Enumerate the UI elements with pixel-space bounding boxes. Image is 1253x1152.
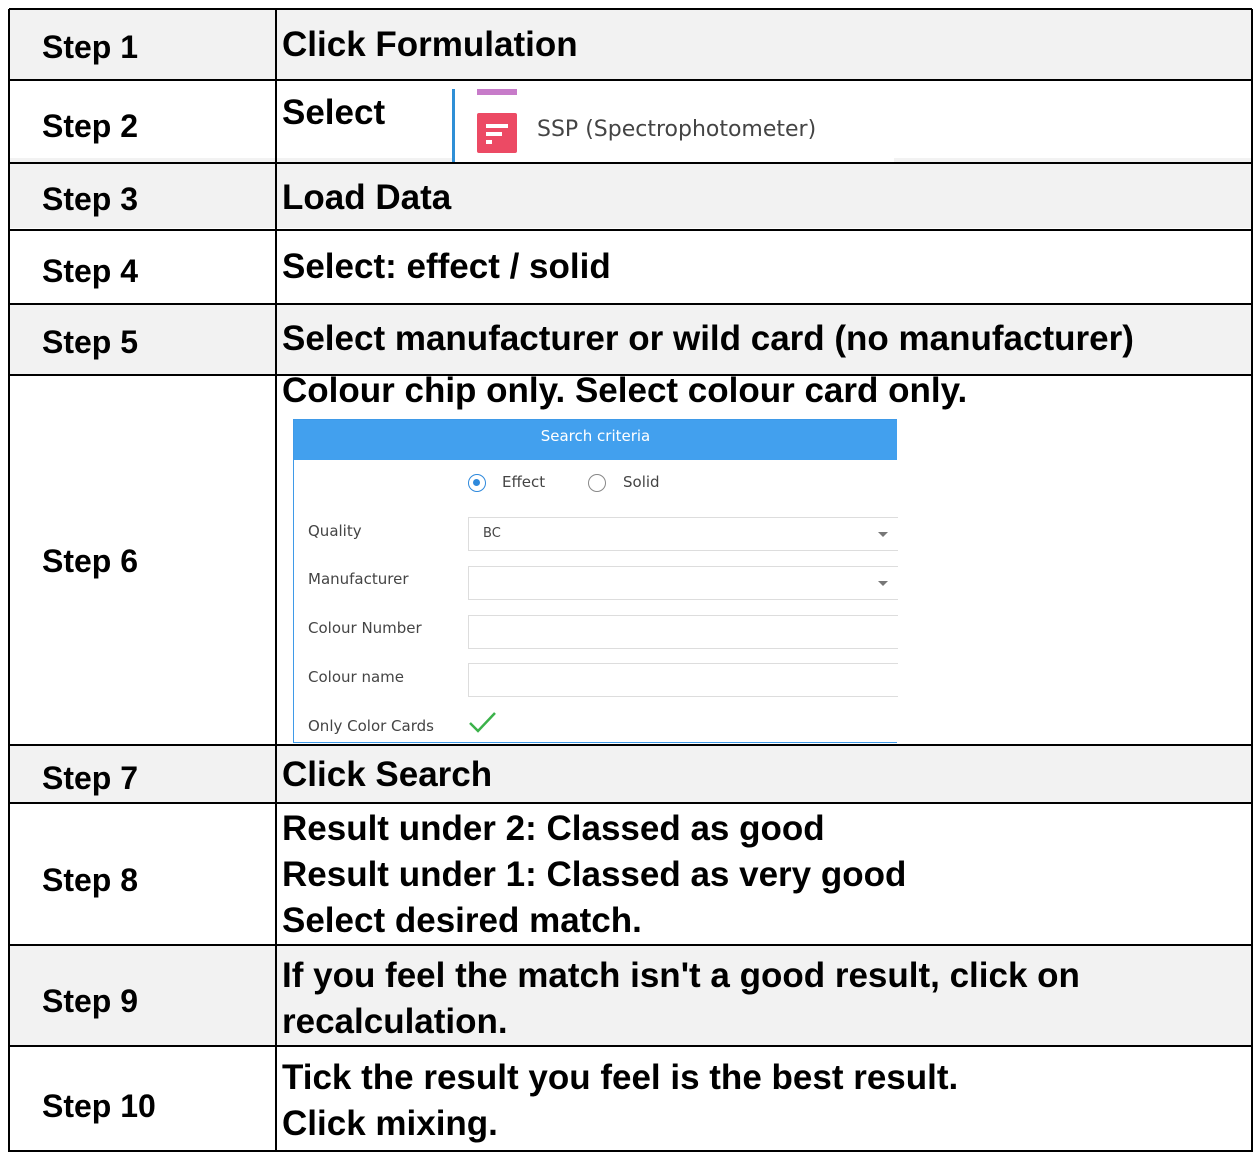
instructions-table: Step 1 Step 2 Step 3 Step 4 Step 5 Step … xyxy=(0,0,1253,1152)
row-divider xyxy=(9,744,1252,746)
step-label: Step 9 xyxy=(42,983,139,1019)
step-text: Select xyxy=(282,93,386,132)
row-divider xyxy=(9,162,1252,164)
quality-value: BC xyxy=(483,526,501,541)
step-text: Tick the result you feel is the best res… xyxy=(282,1058,959,1097)
row-bg-1 xyxy=(9,9,1252,80)
row-bg-3 xyxy=(9,158,1252,228)
step-text: Select desired match. xyxy=(282,901,642,940)
step-label: Step 3 xyxy=(42,181,139,217)
colour-name-label: Colour name xyxy=(308,668,404,686)
step-label: Step 6 xyxy=(42,543,139,579)
quality-label: Quality xyxy=(308,522,362,540)
row-divider xyxy=(9,802,1252,804)
chevron-down-icon xyxy=(878,532,888,537)
ssp-menu-label: SSP (Spectrophotometer) xyxy=(537,117,817,142)
colour-name-input[interactable] xyxy=(468,663,898,697)
step-text: Click Formulation xyxy=(282,25,578,64)
row-bg-7 xyxy=(9,745,1252,803)
step-text: Load Data xyxy=(282,178,452,217)
only-color-cards-label: Only Color Cards xyxy=(308,717,434,735)
step-label: Step 7 xyxy=(42,760,139,796)
effect-radio-label: Effect xyxy=(502,473,546,491)
step-label: Step 8 xyxy=(42,862,139,898)
step-label: Step 4 xyxy=(42,253,139,289)
step-label: Step 5 xyxy=(42,324,139,360)
report-list-icon xyxy=(477,113,517,153)
row-divider xyxy=(9,229,1252,231)
colour-number-input[interactable] xyxy=(468,615,898,649)
row-divider xyxy=(9,374,1252,376)
step-label: Step 1 xyxy=(42,29,139,65)
effect-radio[interactable] xyxy=(468,474,486,492)
step-text: If you feel the match isn't a good resul… xyxy=(282,956,1080,995)
step-text: Select: effect / solid xyxy=(282,247,611,286)
previous-menu-icon-fragment xyxy=(477,89,517,95)
solid-radio-label: Solid xyxy=(623,473,660,491)
table-border xyxy=(8,9,10,1152)
row-divider xyxy=(9,303,1252,305)
step-text: Click Search xyxy=(282,755,493,794)
checkmark-icon[interactable] xyxy=(468,710,498,734)
step-label: Step 2 xyxy=(42,108,139,144)
quality-select[interactable]: BC xyxy=(468,517,898,551)
search-criteria-panel: Search criteria Effect Solid Quality BC … xyxy=(293,419,898,743)
step-text: Select manufacturer or wild card (no man… xyxy=(282,319,1134,358)
solid-radio[interactable] xyxy=(588,474,606,492)
table-border xyxy=(9,8,1252,10)
chevron-down-icon xyxy=(878,581,888,586)
row-divider xyxy=(9,79,1252,81)
step-label: Step 10 xyxy=(42,1088,156,1124)
manufacturer-select[interactable] xyxy=(468,566,898,600)
panel-title: Search criteria xyxy=(294,420,897,460)
step-text: recalculation. xyxy=(282,1002,508,1041)
ssp-menu-item[interactable]: SSP (Spectrophotometer) xyxy=(452,89,894,162)
row-divider xyxy=(9,944,1252,946)
step-text: Result under 1: Classed as very good xyxy=(282,855,907,894)
colour-number-label: Colour Number xyxy=(308,619,422,637)
manufacturer-label: Manufacturer xyxy=(308,570,409,588)
step-text: Result under 2: Classed as good xyxy=(282,809,825,848)
column-divider xyxy=(275,9,277,1152)
row-divider xyxy=(9,1045,1252,1047)
step-text: Click mixing. xyxy=(282,1104,498,1143)
